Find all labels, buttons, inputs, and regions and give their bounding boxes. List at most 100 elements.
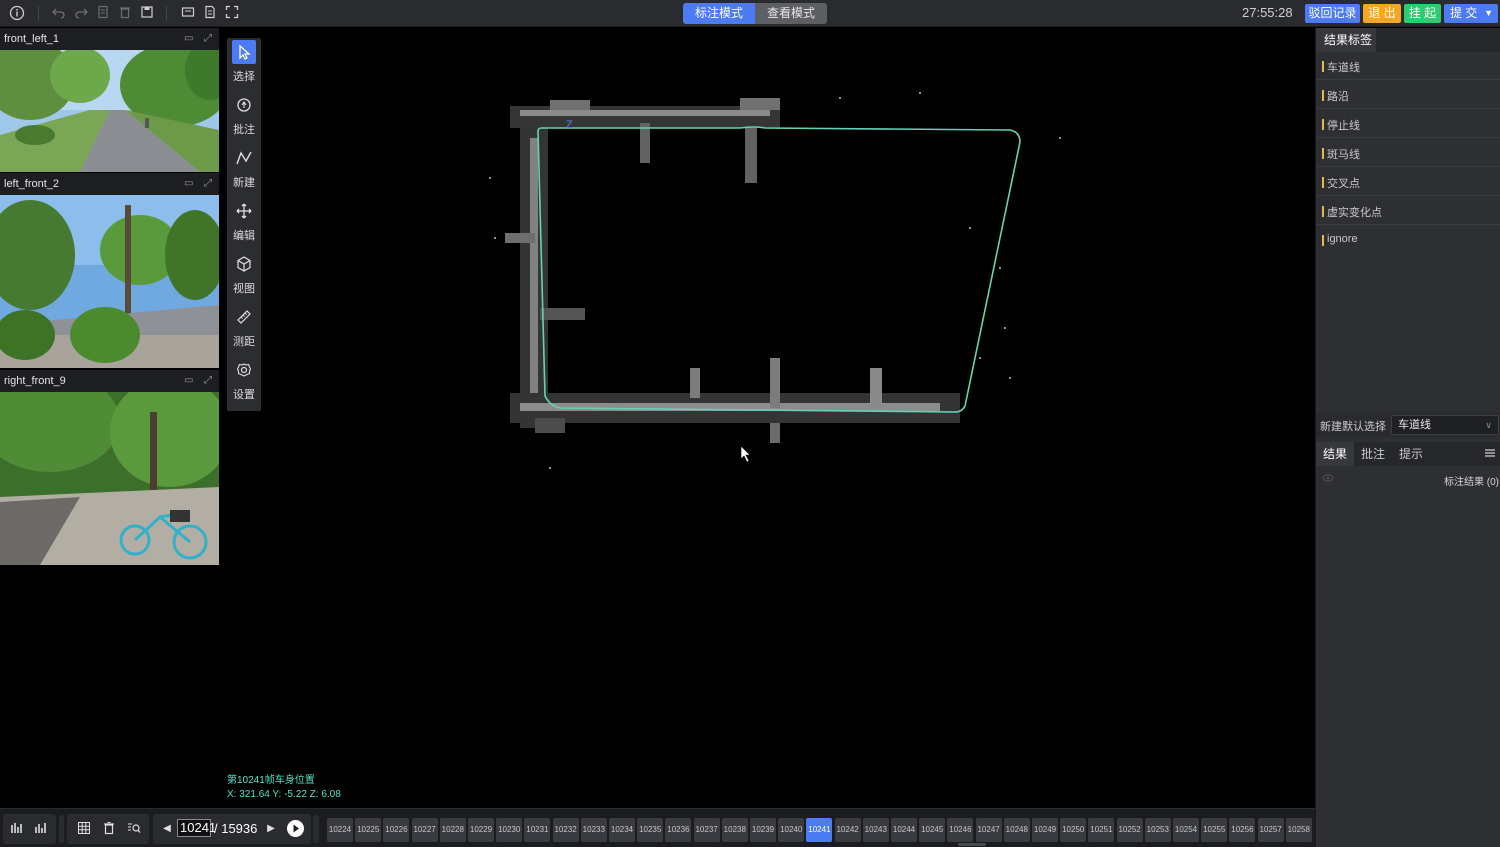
point-cloud-viewport[interactable]: Z (220, 28, 1315, 808)
save-icon[interactable] (139, 5, 155, 21)
search-list-icon[interactable] (126, 821, 142, 837)
suspend-button[interactable]: 挂 起 (1404, 4, 1441, 23)
bar-chart-alt-icon[interactable] (33, 821, 49, 837)
undo-icon[interactable] (51, 5, 67, 21)
point-cloud-canvas[interactable]: Z (220, 28, 1315, 808)
timeline-scrollbar[interactable] (958, 843, 986, 846)
tab-results[interactable]: 结果 (1316, 442, 1354, 466)
tool-label: 测距 (233, 336, 255, 348)
tab-comments[interactable]: 批注 (1354, 442, 1392, 466)
frame-thumb[interactable]: 10235 (637, 818, 664, 842)
frame-thumb[interactable]: 10232 (552, 818, 579, 842)
timeline-handle[interactable] (59, 815, 64, 843)
default-label-select[interactable]: 车道线 ∨ (1391, 415, 1499, 435)
camera-image[interactable] (0, 392, 219, 565)
frame-thumb[interactable]: 10254 (1173, 818, 1199, 842)
tool-select[interactable]: 选择 (227, 38, 261, 90)
video-icon[interactable]: ▭ (184, 178, 193, 189)
result-summary-row: 标注结果 (0) (1316, 468, 1500, 490)
frame-thumb[interactable]: 10255 (1201, 818, 1228, 842)
expand-icon[interactable]: ⤢ (204, 375, 212, 386)
submit-button[interactable]: 提 交 ▼ (1444, 4, 1498, 23)
annotate-mode-tab[interactable]: 标注模式 (683, 3, 756, 24)
fullscreen-icon[interactable] (224, 5, 240, 21)
grid-icon[interactable] (76, 821, 92, 837)
frame-thumb[interactable]: 10252 (1116, 818, 1143, 842)
label-item[interactable]: 交叉点 (1316, 168, 1500, 196)
frame-thumb[interactable]: 10239 (750, 818, 776, 842)
tool-measure[interactable]: 测距 (227, 303, 261, 355)
info-icon[interactable] (9, 5, 25, 21)
frame-thumb[interactable]: 10224 (327, 818, 353, 842)
default-label-caption: 新建默认选择 (1320, 421, 1386, 433)
frame-thumb[interactable]: 10251 (1088, 818, 1115, 842)
delete-icon[interactable] (117, 5, 133, 21)
tab-result-labels[interactable]: 结果标签 (1316, 28, 1376, 52)
reject-history-button[interactable]: 驳回记录 (1305, 4, 1360, 23)
prev-frame-icon[interactable]: ◀ (159, 821, 175, 837)
redo-icon[interactable] (73, 5, 89, 21)
frame-thumb[interactable]: 10225 (355, 818, 382, 842)
frame-thumb[interactable]: 10226 (383, 818, 410, 842)
tool-annotate[interactable]: 批注 (227, 91, 261, 143)
video-icon[interactable]: ▭ (184, 375, 193, 386)
document-icon[interactable] (202, 5, 218, 21)
frame-thumb[interactable]: 10238 (721, 818, 748, 842)
frame-number-input[interactable]: 10241 (177, 819, 216, 837)
label-item[interactable]: 斑马线 (1316, 139, 1500, 167)
tab-hints[interactable]: 提示 (1392, 442, 1430, 466)
tool-create[interactable]: 新建 (227, 144, 261, 196)
frame-thumb[interactable]: 10247 (975, 818, 1002, 842)
expand-icon[interactable]: ⤢ (204, 178, 212, 189)
frame-thumb[interactable]: 10234 (609, 818, 635, 842)
next-frame-icon[interactable]: ▶ (263, 821, 279, 837)
frame-thumb[interactable]: 10256 (1229, 818, 1256, 842)
camera-image[interactable] (0, 50, 219, 172)
chevron-down-icon[interactable]: ▼ (1484, 4, 1493, 23)
frame-thumb[interactable]: 10242 (834, 818, 861, 842)
tool-edit[interactable]: 编辑 (227, 197, 261, 249)
tool-label: 编辑 (233, 230, 255, 242)
frame-thumb[interactable]: 10233 (580, 818, 607, 842)
tool-view[interactable]: 视图 (227, 250, 261, 302)
menu-icon[interactable] (1483, 446, 1497, 460)
video-icon[interactable]: ▭ (184, 33, 193, 44)
frame-thumb[interactable]: 10230 (496, 818, 523, 842)
frame-thumb[interactable]: 10244 (891, 818, 917, 842)
tool-settings[interactable]: 设置 (227, 356, 261, 408)
play-icon[interactable] (287, 820, 304, 837)
label-item[interactable]: ignore (1316, 226, 1500, 254)
label-item[interactable]: 路沿 (1316, 81, 1500, 109)
label-item[interactable]: 车道线 (1316, 52, 1500, 80)
bar-chart-icon[interactable] (9, 821, 25, 837)
frame-thumb[interactable]: 10236 (665, 818, 692, 842)
timeline-handle[interactable] (313, 815, 319, 843)
frame-thumb[interactable]: 10249 (1032, 818, 1058, 842)
trash-icon[interactable] (101, 821, 117, 837)
exit-button[interactable]: 退 出 (1363, 4, 1401, 23)
frame-thumb[interactable]: 10250 (1060, 818, 1087, 842)
frame-thumb[interactable]: 10243 (862, 818, 889, 842)
frame-thumb[interactable]: 10245 (919, 818, 946, 842)
frame-thumb[interactable]: 10248 (1003, 818, 1030, 842)
expand-icon[interactable]: ⤢ (204, 33, 212, 44)
camera-image[interactable] (0, 195, 219, 368)
frame-thumb[interactable]: 10246 (947, 818, 974, 842)
frame-thumb[interactable]: 10228 (439, 818, 466, 842)
frame-thumb[interactable]: 10253 (1144, 818, 1171, 842)
label-item[interactable]: 虚实变化点 (1316, 197, 1500, 225)
mode-switch: 标注模式 查看模式 (683, 3, 828, 24)
frame-thumb[interactable]: 10241 (806, 818, 833, 842)
eye-icon[interactable] (1322, 472, 1334, 486)
monitor-icon[interactable] (180, 5, 196, 21)
frame-thumb[interactable]: 10237 (693, 818, 720, 842)
view-mode-tab[interactable]: 查看模式 (755, 3, 828, 24)
frame-thumb[interactable]: 10227 (411, 818, 438, 842)
frame-thumb[interactable]: 10258 (1285, 818, 1312, 842)
copy-icon[interactable] (95, 5, 111, 21)
frame-thumb[interactable]: 10229 (468, 818, 494, 842)
frame-thumb[interactable]: 10257 (1257, 818, 1284, 842)
label-item[interactable]: 停止线 (1316, 110, 1500, 138)
frame-thumb[interactable]: 10240 (778, 818, 805, 842)
frame-thumb[interactable]: 10231 (524, 818, 551, 842)
